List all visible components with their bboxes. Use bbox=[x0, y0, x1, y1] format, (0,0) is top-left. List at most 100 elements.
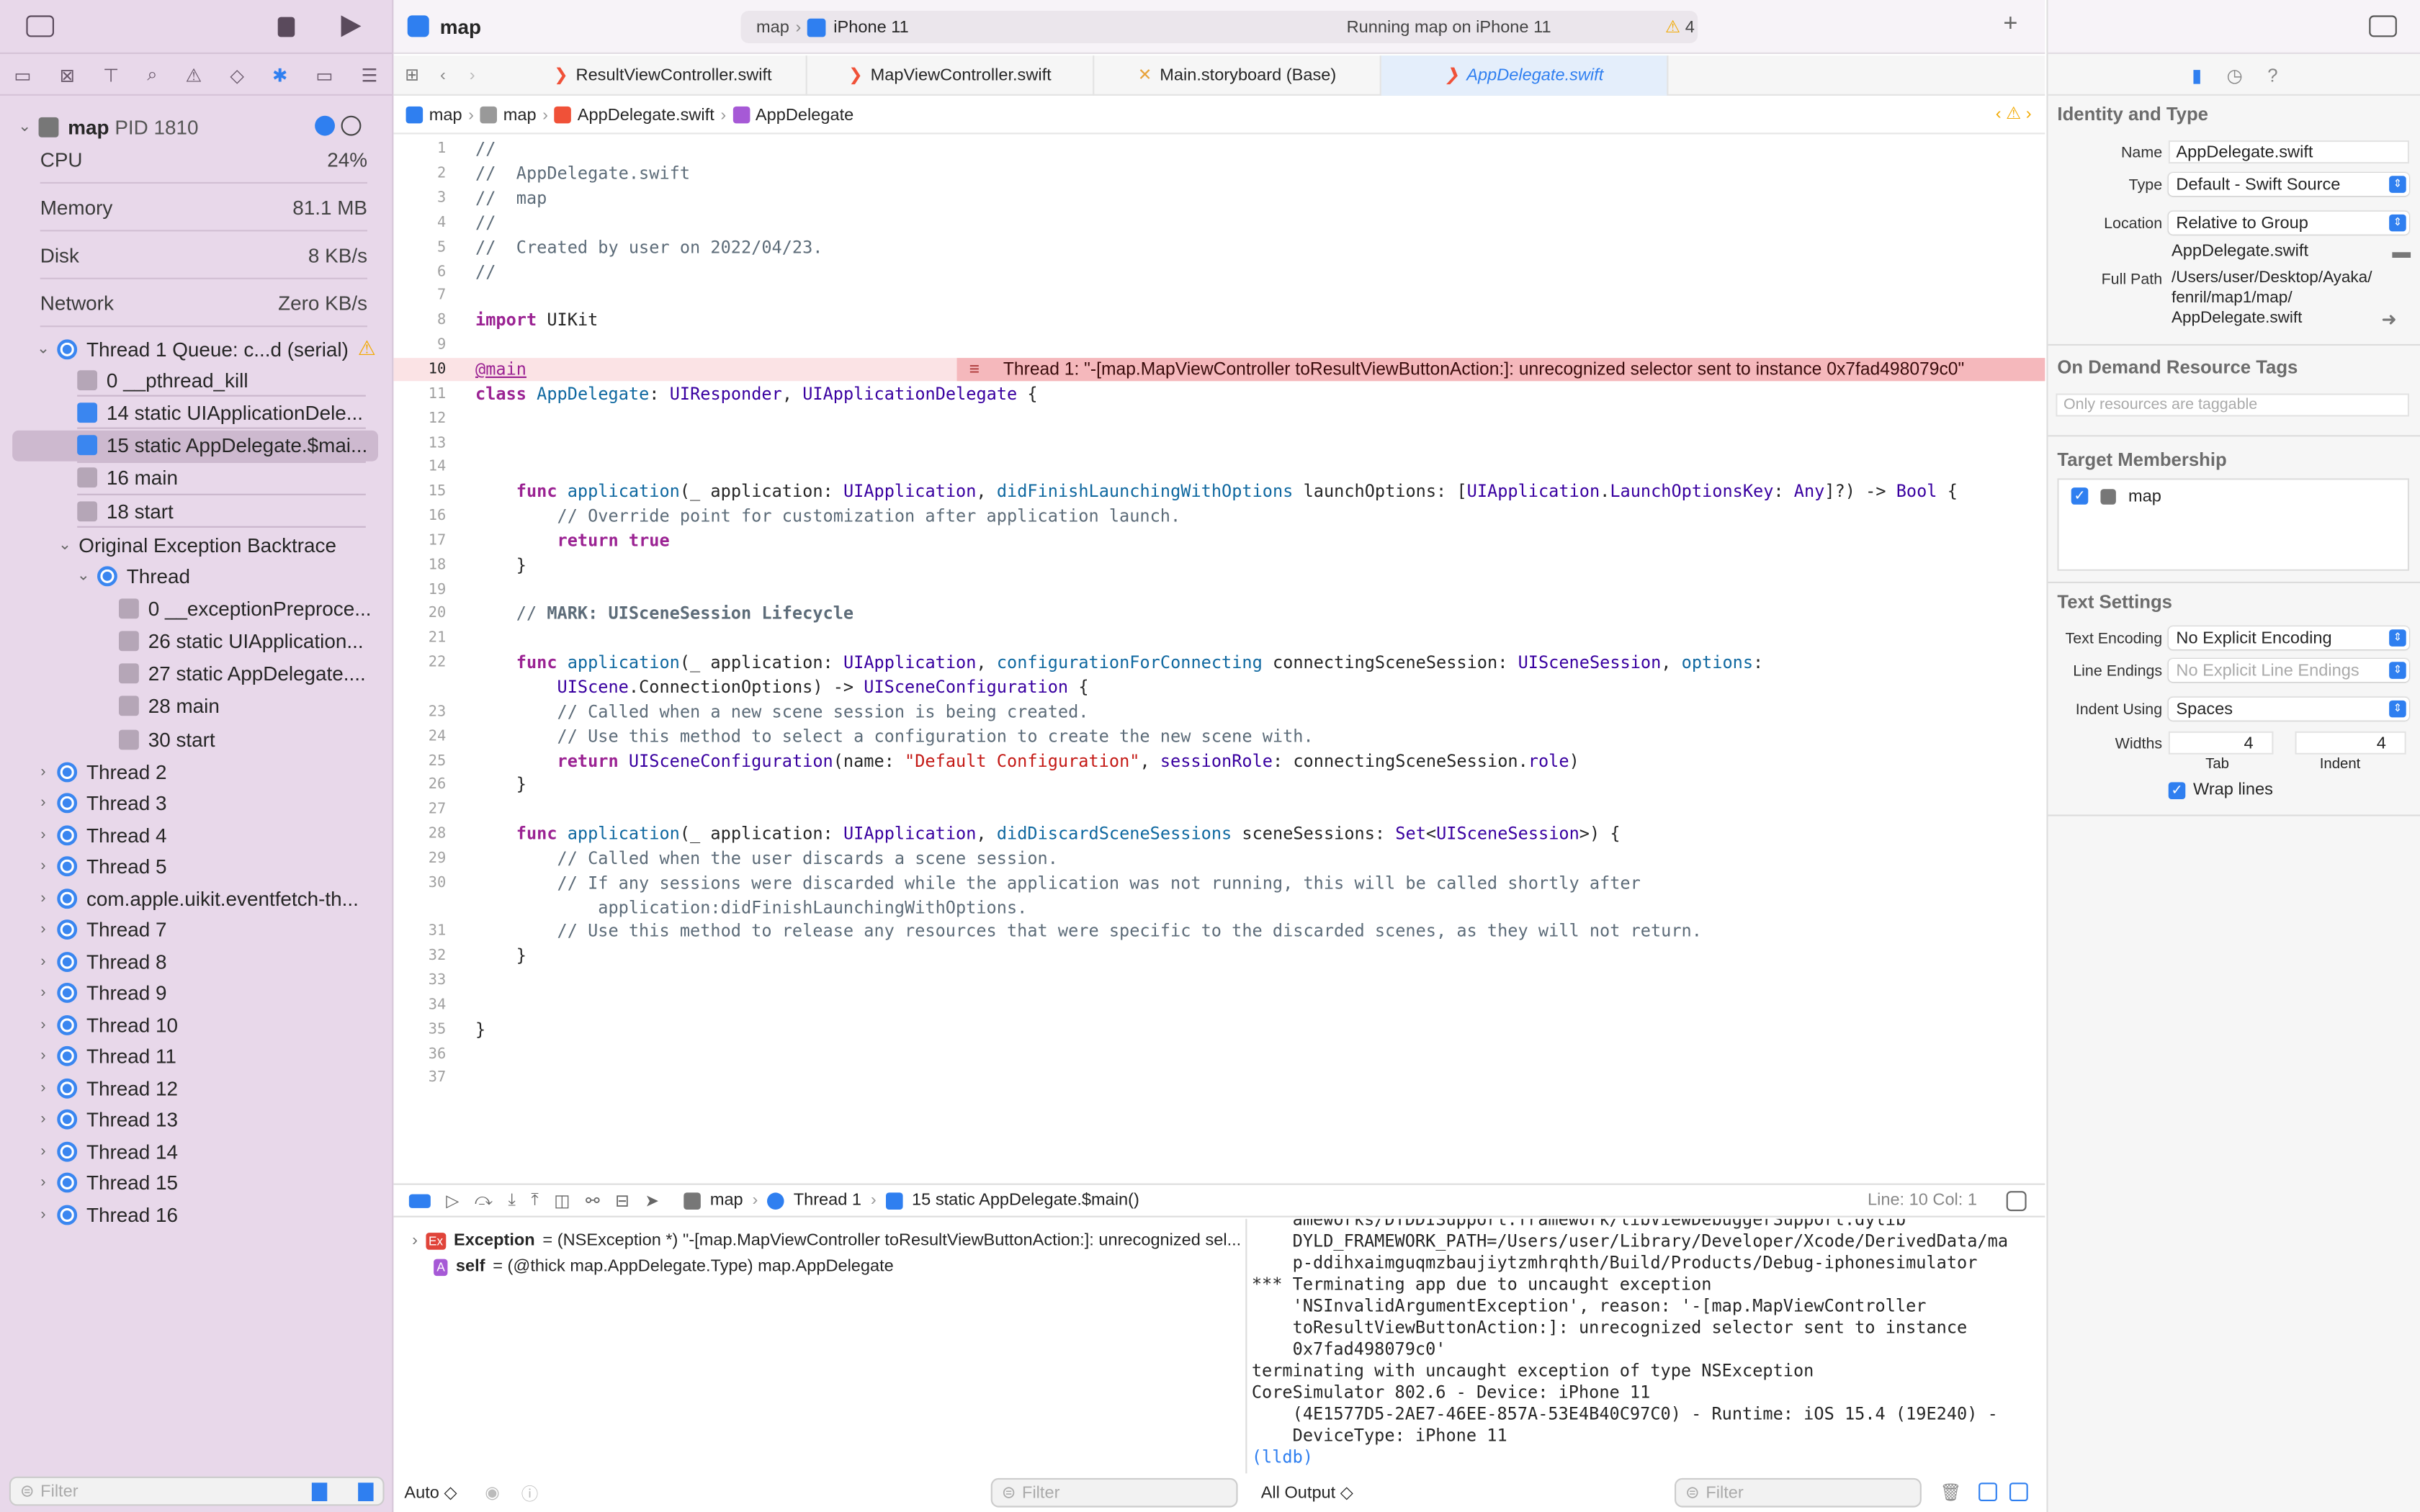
environment-icon[interactable]: ⊟ bbox=[615, 1190, 629, 1210]
chevron-right-icon[interactable]: › bbox=[34, 984, 53, 1002]
code-line[interactable]: 16 // Override point for customization a… bbox=[393, 504, 2045, 528]
chevron-right-icon[interactable]: › bbox=[34, 795, 53, 812]
warning-count[interactable]: ⚠ 4 bbox=[1665, 17, 1695, 37]
code-line[interactable]: 30 // If any sessions were discarded whi… bbox=[393, 870, 2045, 895]
stop-button[interactable] bbox=[277, 17, 295, 37]
location-select[interactable]: Relative to Group ⇕ bbox=[2168, 211, 2409, 235]
thread-row[interactable]: › Thread 12 bbox=[34, 1072, 381, 1103]
name-field[interactable]: AppDelegate.swift bbox=[2168, 140, 2409, 164]
variables-scope-select[interactable]: Auto ◇ bbox=[404, 1482, 457, 1503]
source-control-icon[interactable]: ⊠ bbox=[60, 64, 76, 86]
show-variables-icon[interactable] bbox=[1978, 1482, 1997, 1501]
line-number[interactable]: 20 bbox=[393, 606, 449, 623]
code-line[interactable]: 32 } bbox=[393, 944, 2045, 968]
code-line[interactable]: 25 return UISceneConfiguration(name: "De… bbox=[393, 748, 2045, 773]
chevron-right-icon[interactable]: › bbox=[34, 889, 53, 906]
step-into-icon[interactable]: ⤓ bbox=[508, 1190, 516, 1210]
thread-row[interactable]: › Thread 11 bbox=[34, 1040, 381, 1071]
console-filter[interactable]: ⊜ Filter bbox=[1675, 1477, 1922, 1508]
error-annotation[interactable]: ≡ Thread 1: "-[map.MapViewController toRe… bbox=[956, 357, 2045, 382]
run-button[interactable] bbox=[341, 15, 362, 37]
thread-row[interactable]: › Thread 7 bbox=[34, 914, 381, 945]
thread-row[interactable]: › Thread 16 bbox=[34, 1199, 381, 1230]
thread-1-row[interactable]: ⌄ Thread 1 Queue: c...d (serial) ⚠ bbox=[34, 333, 426, 364]
code-line[interactable]: 10 @main ≡ Thread 1: "-[map.MapViewControll… bbox=[393, 357, 2045, 382]
code-line[interactable]: 9 bbox=[393, 333, 2045, 357]
gauge-cpu[interactable]: CPU 24% bbox=[40, 136, 367, 184]
line-number[interactable]: 35 bbox=[393, 1021, 449, 1038]
chevron-right-icon[interactable]: › bbox=[34, 1079, 53, 1097]
warning-icon[interactable]: ‹ ⚠ › bbox=[1996, 104, 2032, 124]
gauge-network[interactable]: Network Zero KB/s bbox=[40, 279, 367, 328]
line-number[interactable]: 27 bbox=[393, 801, 449, 819]
grid-icon[interactable]: ⊞ bbox=[393, 65, 430, 85]
line-number[interactable]: 6 bbox=[393, 264, 449, 281]
backtrace-frame[interactable]: 0 __exceptionPreproce... bbox=[119, 593, 381, 624]
destination-selector[interactable]: iPhone 11 bbox=[833, 18, 908, 37]
code-line[interactable]: 24 // Use this method to select a config… bbox=[393, 724, 2045, 749]
threads-icon[interactable] bbox=[341, 115, 362, 136]
location-icon[interactable]: ➤ bbox=[645, 1190, 659, 1210]
code-line[interactable]: application:didFinishLaunchingWithOption… bbox=[393, 895, 2045, 919]
info-icon[interactable]: ⓘ bbox=[521, 1480, 539, 1505]
debug-path-item[interactable]: 15 static AppDelegate.$main() bbox=[912, 1191, 1139, 1210]
code-line[interactable]: 33 bbox=[393, 968, 2045, 993]
show-console-icon[interactable] bbox=[2009, 1482, 2028, 1501]
line-number[interactable]: 12 bbox=[393, 410, 449, 427]
code-line[interactable]: 15 func application(_ application: UIApp… bbox=[393, 480, 2045, 504]
code-line[interactable]: 19 bbox=[393, 577, 2045, 602]
code-line[interactable]: 36 bbox=[393, 1042, 2045, 1066]
chevron-down-icon[interactable]: ⌄ bbox=[34, 341, 53, 358]
line-number[interactable]: 15 bbox=[393, 483, 449, 500]
activity-view[interactable]: map › iPhone 11 Running map on iPhone 11… bbox=[740, 11, 1698, 43]
toggle-inspector-icon[interactable] bbox=[2369, 15, 2397, 37]
search-icon[interactable]: ⌕ bbox=[147, 63, 157, 86]
code-line[interactable]: 23 // Called when a new scene session is… bbox=[393, 700, 2045, 724]
line-number[interactable]: 9 bbox=[393, 337, 449, 354]
line-number[interactable]: 37 bbox=[393, 1070, 449, 1087]
scheme-selector[interactable]: map bbox=[756, 18, 789, 37]
code-line[interactable]: 26 } bbox=[393, 773, 2045, 797]
reveal-arrow-icon[interactable]: ➜ bbox=[2381, 309, 2397, 330]
breakpoints-toggle-icon[interactable] bbox=[408, 1193, 431, 1207]
backtrace-frame[interactable]: 27 static AppDelegate.... bbox=[119, 658, 381, 689]
thread-row[interactable]: › Thread 3 bbox=[34, 788, 381, 819]
line-number[interactable]: 7 bbox=[393, 288, 449, 305]
chevron-right-icon[interactable]: › bbox=[34, 953, 53, 970]
variable-row[interactable]: Aself = (@thick map.AppDelegate.Type) map… bbox=[434, 1257, 894, 1276]
code-line[interactable]: 5 // Created by user on 2022/04/23. bbox=[393, 235, 2045, 260]
line-number[interactable]: 30 bbox=[393, 874, 449, 891]
editor-tab[interactable]: ❯ MapViewController.swift bbox=[807, 55, 1095, 95]
line-number[interactable]: 36 bbox=[393, 1045, 449, 1063]
gauge-memory[interactable]: Memory 81.1 MB bbox=[40, 184, 367, 232]
line-number[interactable]: 8 bbox=[393, 312, 449, 330]
code-line[interactable]: 29 // Called when the user discards a sc… bbox=[393, 846, 2045, 870]
jump-bar-item[interactable]: map bbox=[429, 106, 462, 125]
line-number[interactable]: 4 bbox=[393, 215, 449, 232]
jump-bar-item[interactable]: AppDelegate.swift bbox=[578, 106, 714, 125]
code-line[interactable]: 8 import UIKit bbox=[393, 308, 2045, 333]
line-number[interactable]: 17 bbox=[393, 532, 449, 549]
chevron-right-icon[interactable]: › bbox=[34, 763, 53, 780]
console-output[interactable]: ameworks/DTDDISupport.framework/libViewD… bbox=[1249, 1219, 2045, 1474]
debug-path-item[interactable]: map bbox=[710, 1191, 743, 1210]
step-out-icon[interactable]: ⤒ bbox=[531, 1190, 538, 1210]
code-line[interactable]: 35} bbox=[393, 1017, 2045, 1042]
chevron-right-icon[interactable]: › bbox=[34, 921, 53, 938]
line-number[interactable]: 26 bbox=[393, 777, 449, 794]
code-line[interactable]: 31 // Use this method to release any res… bbox=[393, 919, 2045, 944]
indent-using-select[interactable]: Spaces ⇕ bbox=[2168, 697, 2409, 721]
thread-row[interactable]: › Thread 9 bbox=[34, 978, 381, 1009]
thread-row[interactable]: › Thread 14 bbox=[34, 1135, 381, 1166]
backtrace-row[interactable]: ⌄ Original Exception Backtrace bbox=[55, 529, 447, 560]
line-number[interactable]: 5 bbox=[393, 239, 449, 256]
jump-bar-item[interactable]: AppDelegate bbox=[756, 106, 853, 125]
report-icon[interactable]: ☰ bbox=[362, 64, 378, 86]
chevron-right-icon[interactable]: › bbox=[34, 827, 53, 844]
line-number[interactable]: 16 bbox=[393, 508, 449, 525]
thread-row[interactable]: › Thread 8 bbox=[34, 946, 381, 977]
line-number[interactable]: 21 bbox=[393, 630, 449, 647]
code-line[interactable]: 1 // bbox=[393, 138, 2045, 162]
line-number[interactable]: 32 bbox=[393, 948, 449, 965]
sidebar-filter[interactable]: ⊜ Filter bbox=[9, 1476, 385, 1506]
